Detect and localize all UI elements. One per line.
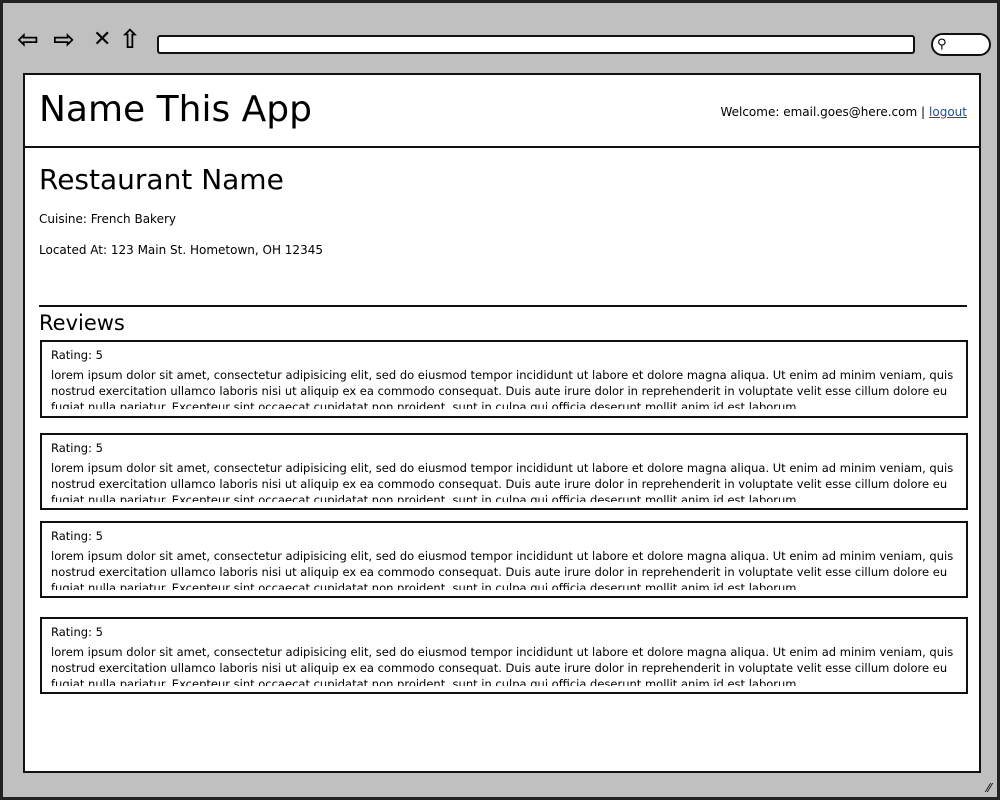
review-rating: Rating: 5 [51,529,103,543]
review-text: lorem ipsum dolor sit amet, consectetur … [51,549,954,590]
review-card: Rating: 5 lorem ipsum dolor sit amet, co… [40,433,968,510]
review-card: Rating: 5 lorem ipsum dolor sit amet, co… [40,617,968,694]
url-bar[interactable] [157,35,915,54]
app-header: Name This App Welcome: email.goes@here.c… [25,75,979,148]
forward-arrow-icon[interactable]: ⇨ [53,25,75,55]
close-icon[interactable]: ✕ [93,25,111,55]
browser-window: ⇦ ⇨ ✕ ⇧ ⚲ Name This App Welcome: email.g… [0,0,1000,800]
back-arrow-icon[interactable]: ⇦ [17,25,39,55]
review-rating: Rating: 5 [51,441,103,455]
app-title: Name This App [39,89,312,130]
cuisine-text: Cuisine: French Bakery [39,212,176,226]
welcome-text: Welcome: email.goes@here.com | [720,105,926,119]
page-content: Name This App Welcome: email.goes@here.c… [23,73,981,773]
search-icon: ⚲ [937,37,947,52]
resize-grip-icon[interactable]: ⁄⁄ [987,781,991,795]
user-welcome: Welcome: email.goes@here.com | logout [720,105,967,119]
review-rating: Rating: 5 [51,348,103,362]
browser-search[interactable]: ⚲ [931,33,991,56]
review-text: lorem ipsum dolor sit amet, consectetur … [51,368,954,409]
review-text: lorem ipsum dolor sit amet, consectetur … [51,645,954,686]
restaurant-name: Restaurant Name [39,163,284,196]
review-rating: Rating: 5 [51,625,103,639]
review-card: Rating: 5 lorem ipsum dolor sit amet, co… [40,340,968,418]
browser-toolbar: ⇦ ⇨ ✕ ⇧ ⚲ [3,3,997,73]
home-icon[interactable]: ⇧ [119,25,141,55]
divider [39,305,967,307]
location-text: Located At: 123 Main St. Hometown, OH 12… [39,243,323,257]
status-bar: ⁄⁄ [3,773,997,797]
reviews-heading: Reviews [39,311,125,335]
logout-link[interactable]: logout [929,105,967,119]
review-text: lorem ipsum dolor sit amet, consectetur … [51,461,954,502]
review-card: Rating: 5 lorem ipsum dolor sit amet, co… [40,521,968,598]
